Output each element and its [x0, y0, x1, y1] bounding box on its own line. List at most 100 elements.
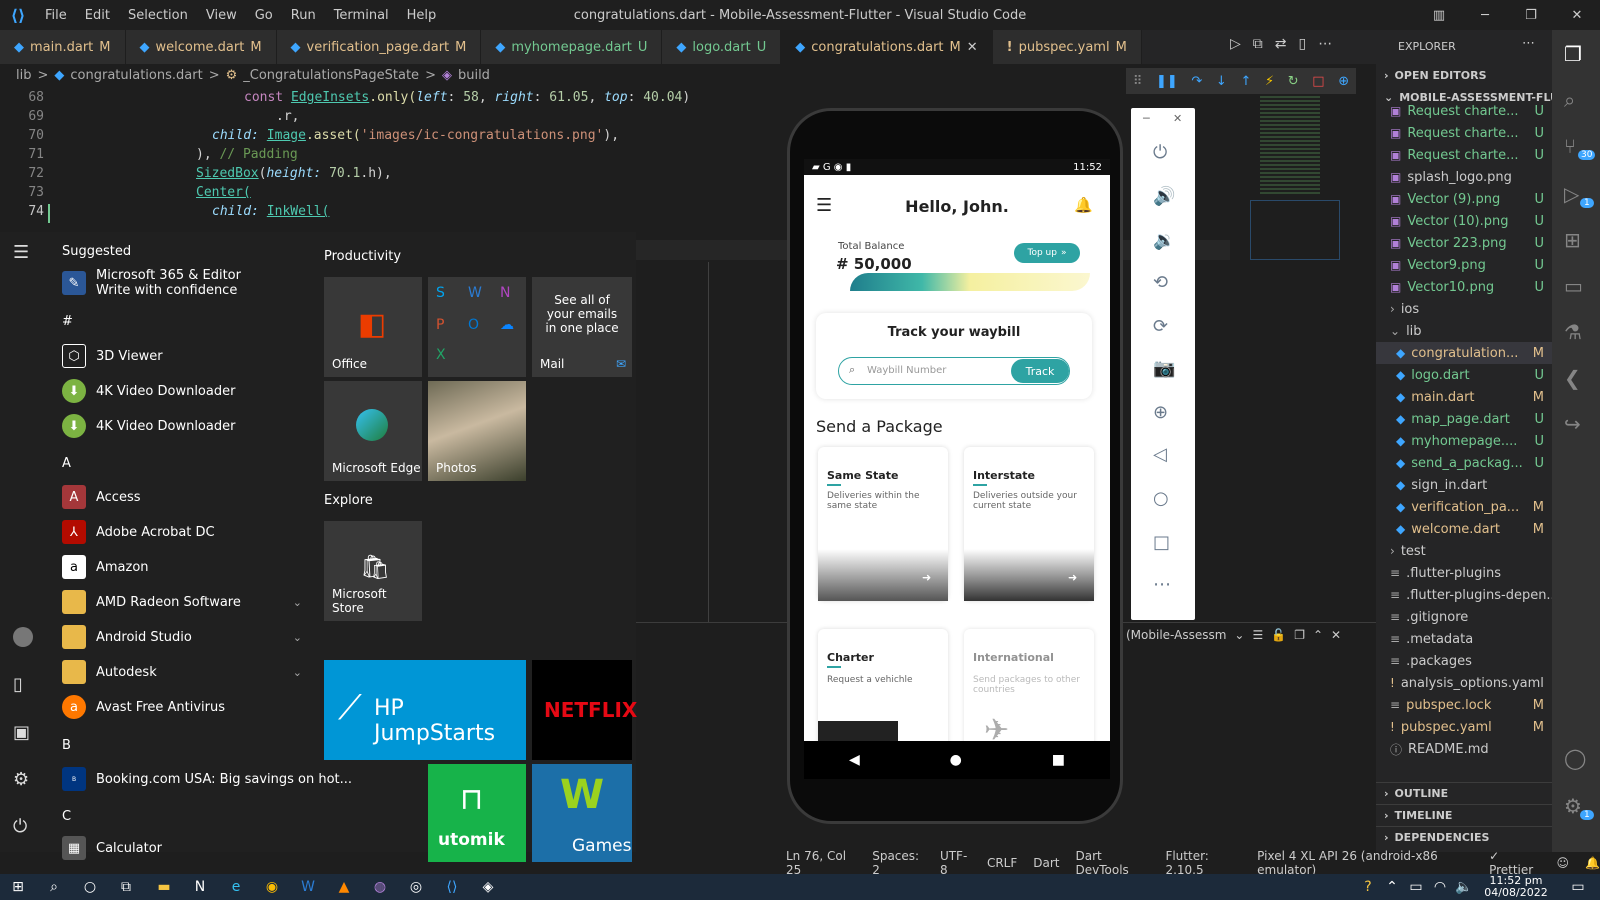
devtools[interactable]: Dart DevTools	[1076, 849, 1150, 877]
file-tree-item[interactable]: ▣ Vector10.png U	[1376, 276, 1552, 298]
task-view-icon[interactable]: ⧉	[114, 878, 138, 896]
run-debug-icon[interactable]: ▷	[1564, 182, 1579, 206]
flutter-version[interactable]: Flutter: 2.10.5	[1165, 849, 1241, 877]
file-tree-item[interactable]: ! analysis_options.yaml	[1376, 672, 1552, 694]
extensions-icon[interactable]: ⊞	[1564, 228, 1581, 252]
device[interactable]: Pixel 4 XL API 26 (android-x86 emulator)	[1257, 849, 1473, 877]
split-editor-icon[interactable]: ▯	[1299, 36, 1307, 52]
track-button[interactable]: Track	[1011, 359, 1069, 383]
hamburger-icon[interactable]: ☰	[13, 242, 29, 263]
run-icon[interactable]: ▷	[1230, 36, 1241, 52]
file-tree-item[interactable]: ◆ congratulation... M	[1376, 342, 1552, 364]
file-tree-item[interactable]: ◆ logo.dart U	[1376, 364, 1552, 386]
cortana-icon[interactable]: ○	[78, 878, 102, 896]
timeline-section[interactable]: › TIMELINE	[1376, 804, 1552, 826]
more-icon[interactable]: ⋯	[1318, 36, 1332, 52]
rotate-right-icon[interactable]: ⟳	[1153, 316, 1168, 337]
topup-button[interactable]: Top up»	[1014, 243, 1080, 263]
open-editors-section[interactable]: › OPEN EDITORS	[1376, 64, 1552, 86]
maximize-icon[interactable]: ❐	[1508, 0, 1554, 30]
volume-up-icon[interactable]: 🔊	[1153, 186, 1175, 207]
file-tree-item[interactable]: › test	[1376, 540, 1552, 562]
edge-icon[interactable]: e	[224, 878, 248, 896]
tab-congratulations-dart[interactable]: ◆ congratulations.dart M ✕	[781, 30, 993, 64]
word-icon[interactable]: W	[296, 878, 320, 896]
pictures-icon[interactable]: ▣	[13, 722, 30, 743]
battery-icon[interactable]: ▭	[1404, 878, 1428, 896]
file-tree-item[interactable]: ≡ .flutter-plugins-depen...	[1376, 584, 1552, 606]
minimap[interactable]	[1230, 92, 1340, 262]
list-item[interactable]: A Access	[62, 485, 302, 509]
tray-chevron-icon[interactable]: ⌃	[1380, 878, 1404, 896]
hot-reload-icon[interactable]: ⚡	[1265, 74, 1274, 89]
obs-icon[interactable]: ◎	[404, 878, 428, 896]
notifications-icon[interactable]: 🔔	[1585, 856, 1600, 870]
prettier[interactable]: ✓ Prettier	[1489, 849, 1540, 877]
cursor-position[interactable]: Ln 76, Col 25	[786, 849, 856, 877]
flutter-icon[interactable]: ❮	[1564, 366, 1581, 390]
tile-store[interactable]: 🛍 Microsoft Store	[324, 521, 422, 621]
menu-help[interactable]: Help	[398, 8, 446, 23]
step-into-icon[interactable]: ↓	[1216, 74, 1227, 89]
tab-logo-dart[interactable]: ◆ logo.dart U	[662, 30, 782, 64]
step-over-icon[interactable]: ↷	[1191, 74, 1202, 89]
feedback-icon[interactable]: ☺	[1557, 856, 1570, 870]
drag-handle-icon[interactable]: ⠿	[1133, 74, 1143, 89]
zoom-icon[interactable]: ⊕	[1153, 402, 1168, 423]
file-tree-item[interactable]: ◆ welcome.dart M	[1376, 518, 1552, 540]
close-tab-icon[interactable]: ✕	[967, 40, 978, 55]
minimize-icon[interactable]: ─	[1462, 0, 1508, 30]
compare-icon[interactable]: ⇄	[1275, 36, 1287, 52]
tile-photos[interactable]: Photos	[428, 381, 526, 481]
inspect-icon[interactable]: ⊕	[1338, 74, 1349, 89]
wifi-icon[interactable]: ◠	[1428, 878, 1452, 896]
tile-hp-jumpstarts[interactable]: ⟋ HP JumpStarts	[324, 660, 526, 760]
file-tree-item[interactable]: ≡ .metadata	[1376, 628, 1552, 650]
file-tree-item[interactable]: ⌄ lib	[1376, 320, 1552, 342]
layout-icon[interactable]: ▥	[1416, 0, 1462, 30]
home-icon[interactable]: ●	[950, 752, 962, 768]
recents-icon[interactable]: ■	[1052, 752, 1065, 768]
dependencies-section[interactable]: › DEPENDENCIES	[1376, 826, 1552, 848]
chevron-down-icon[interactable]: ⌄	[293, 596, 302, 609]
clock[interactable]: 11:52 pm 04/08/2022	[1478, 875, 1554, 899]
close-window-icon[interactable]: ✕	[1554, 0, 1600, 30]
list-item[interactable]: ⬇ 4K Video Downloader	[62, 379, 302, 403]
indentation[interactable]: Spaces: 2	[872, 849, 924, 877]
file-tree-item[interactable]: ≡ .flutter-plugins	[1376, 562, 1552, 584]
volume-icon[interactable]: 🔈	[1452, 878, 1476, 896]
windows-icon[interactable]: ⊞	[6, 878, 30, 896]
volume-down-icon[interactable]: 🔉	[1153, 230, 1175, 251]
power-icon[interactable]: ⏻	[13, 816, 27, 837]
file-tree-item[interactable]: ▣ Vector (10).png U	[1376, 210, 1552, 232]
file-tree-item[interactable]: ▣ Vector9.png U	[1376, 254, 1552, 276]
list-item[interactable]: Android Studio ⌄	[62, 625, 302, 649]
chevron-up-icon[interactable]: ⌃	[1313, 628, 1323, 642]
tab-welcome-dart[interactable]: ◆ welcome.dart M	[125, 30, 277, 64]
search-icon[interactable]: ⌕	[42, 878, 66, 896]
chrome-icon[interactable]: ◉	[260, 878, 284, 896]
restart-icon[interactable]: ↻	[1288, 74, 1299, 89]
list-item[interactable]: ⅄ Adobe Acrobat DC	[62, 520, 302, 544]
back-icon[interactable]: ◀	[849, 752, 860, 768]
close-panel-icon[interactable]: ✕	[1331, 628, 1341, 642]
power-icon[interactable]: ⏻	[1153, 142, 1167, 163]
menu-edit[interactable]: Edit	[76, 8, 119, 23]
file-tree-item[interactable]: ▣ Request charte... U	[1376, 100, 1552, 122]
tab-verification-page[interactable]: ◆ verification_page.dart M	[276, 30, 482, 64]
file-tree-item[interactable]: ≡ pubspec.lock M	[1376, 694, 1552, 716]
lock-icon[interactable]: 🔓	[1271, 628, 1286, 642]
waybill-input[interactable]: ⌕ Waybill Number Track	[838, 357, 1070, 385]
tab-main-dart[interactable]: ◆ main.dart M	[0, 30, 126, 64]
file-tree-item[interactable]: ▣ Request charte... U	[1376, 122, 1552, 144]
list-item[interactable]: AMD Radeon Software ⌄	[62, 590, 302, 614]
file-tree-item[interactable]: ▣ Vector (9).png U	[1376, 188, 1552, 210]
notion-icon[interactable]: N	[188, 878, 212, 896]
minimize-emulator-icon[interactable]: ─	[1143, 112, 1150, 125]
tile-office[interactable]: ◧ Office	[324, 277, 422, 377]
tile-utomik[interactable]: ⊓ utomik	[428, 764, 526, 862]
vscode-icon[interactable]: ⟨⟩	[440, 878, 464, 896]
code-editor[interactable]: 68 69 70 71 72 73 74 const EdgeInsets.on…	[0, 88, 690, 230]
testing-icon[interactable]: ⚗	[1564, 320, 1582, 344]
overview-icon[interactable]: □	[1153, 532, 1170, 553]
